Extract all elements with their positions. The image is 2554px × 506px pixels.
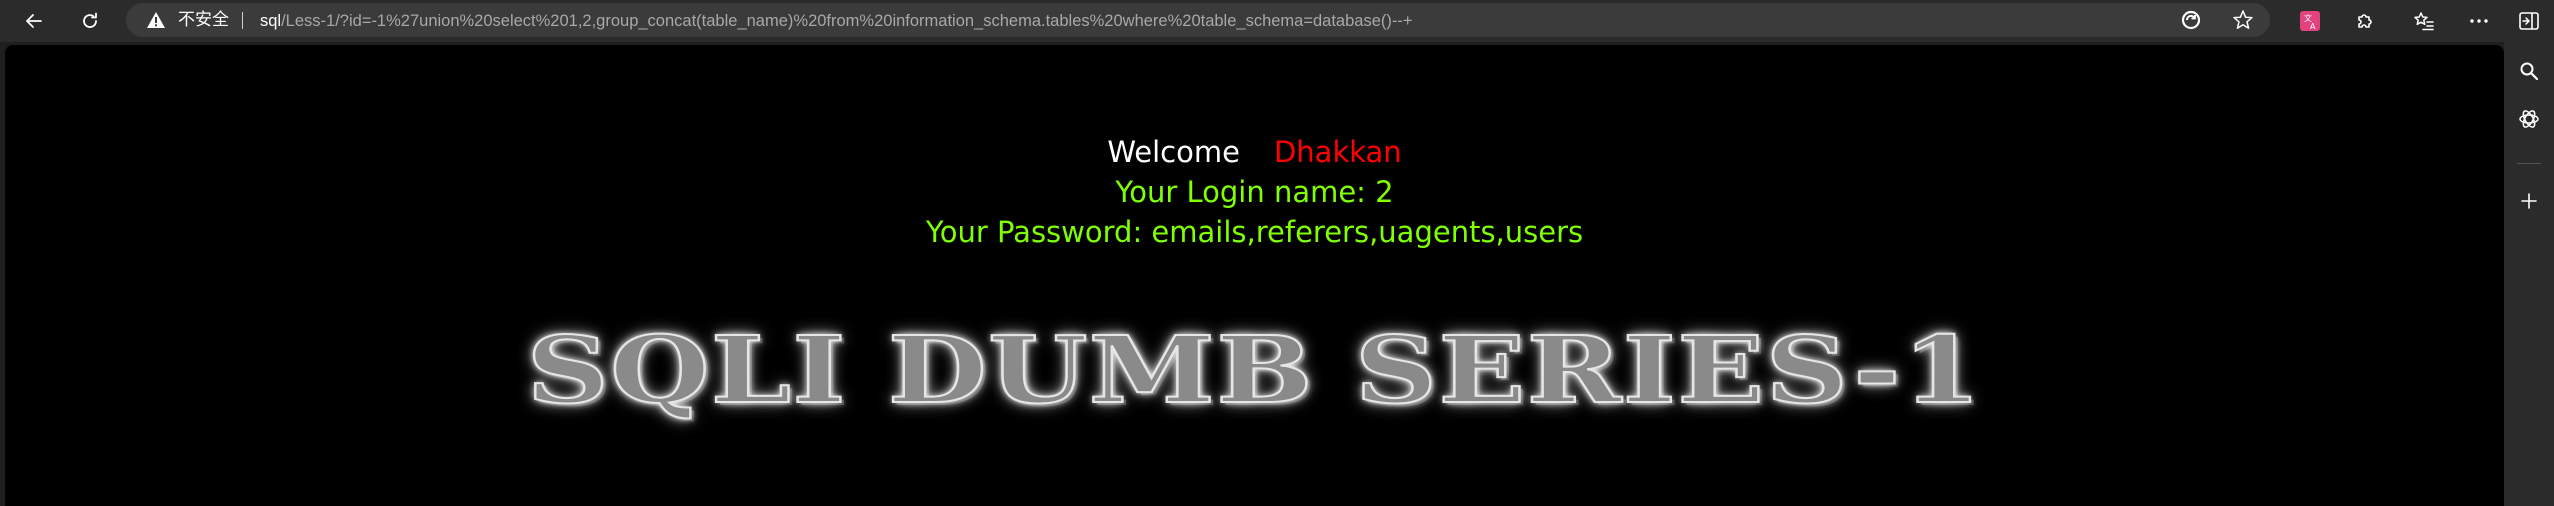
password-line: Your Password: emails,referers,uagents,u…	[925, 215, 1584, 249]
edge-refresh-icon[interactable]	[2180, 9, 2202, 31]
browser-toolbar: 不安全 sql/Less-1/?id=-1%27union%20select%2…	[0, 0, 2554, 42]
sidebar-search-button[interactable]	[2516, 58, 2542, 84]
more-button[interactable]	[2462, 5, 2496, 37]
reload-icon	[83, 12, 97, 28]
login-name-line: Your Login name: 2	[1115, 175, 1394, 209]
favorites-button[interactable]	[2407, 5, 2441, 37]
welcome-name: Dhakkan	[1273, 135, 1402, 169]
extensions-button[interactable]	[2347, 5, 2381, 37]
security-label[interactable]: 不安全	[178, 10, 229, 30]
sidebar-add-button[interactable]	[2516, 188, 2542, 214]
star-icon[interactable]	[2232, 9, 2254, 31]
welcome-line: Welcome Dhakkan	[5, 133, 2504, 171]
extensions-icon	[2358, 14, 2372, 28]
address-divider	[242, 12, 243, 29]
warning-icon[interactable]	[146, 11, 166, 29]
back-arrow-icon	[26, 14, 42, 28]
sqli-banner: SQLI DUMB SERIES-1	[525, 315, 1983, 425]
add-icon	[2521, 193, 2537, 209]
favorites-icon	[2414, 12, 2434, 31]
reload-button[interactable]	[73, 5, 107, 37]
back-button[interactable]	[17, 5, 51, 37]
url-path: /Less-1/?id=-1%27union%20select%201,2,gr…	[281, 12, 1413, 30]
sidebar-separator	[2517, 163, 2541, 164]
url-text[interactable]: sql/Less-1/?id=-1%27union%20select%201,2…	[260, 11, 1413, 31]
sidebar-toggle-button[interactable]	[2512, 5, 2546, 37]
copilot-icon	[2519, 110, 2539, 128]
page-viewport: Welcome Dhakkan Your Login name: 2 Your P…	[5, 45, 2504, 506]
address-bar[interactable]: 不安全 sql/Less-1/?id=-1%27union%20select%2…	[126, 3, 2270, 37]
search-icon	[2520, 62, 2539, 81]
sidebar-toggle-icon	[2519, 12, 2539, 30]
more-icon	[2470, 19, 2488, 23]
browser-window: 不安全 sql/Less-1/?id=-1%27union%20select%2…	[0, 0, 2554, 506]
sidebar-copilot-button[interactable]	[2516, 106, 2542, 132]
translate-extension-button[interactable]: 文 A	[2293, 5, 2327, 37]
welcome-label: Welcome	[1107, 135, 1240, 169]
edge-sidebar	[2504, 42, 2554, 506]
translate-extension-icon: 文 A	[2300, 11, 2320, 31]
url-host: sql	[260, 12, 282, 30]
svg-text:A: A	[2310, 22, 2316, 31]
